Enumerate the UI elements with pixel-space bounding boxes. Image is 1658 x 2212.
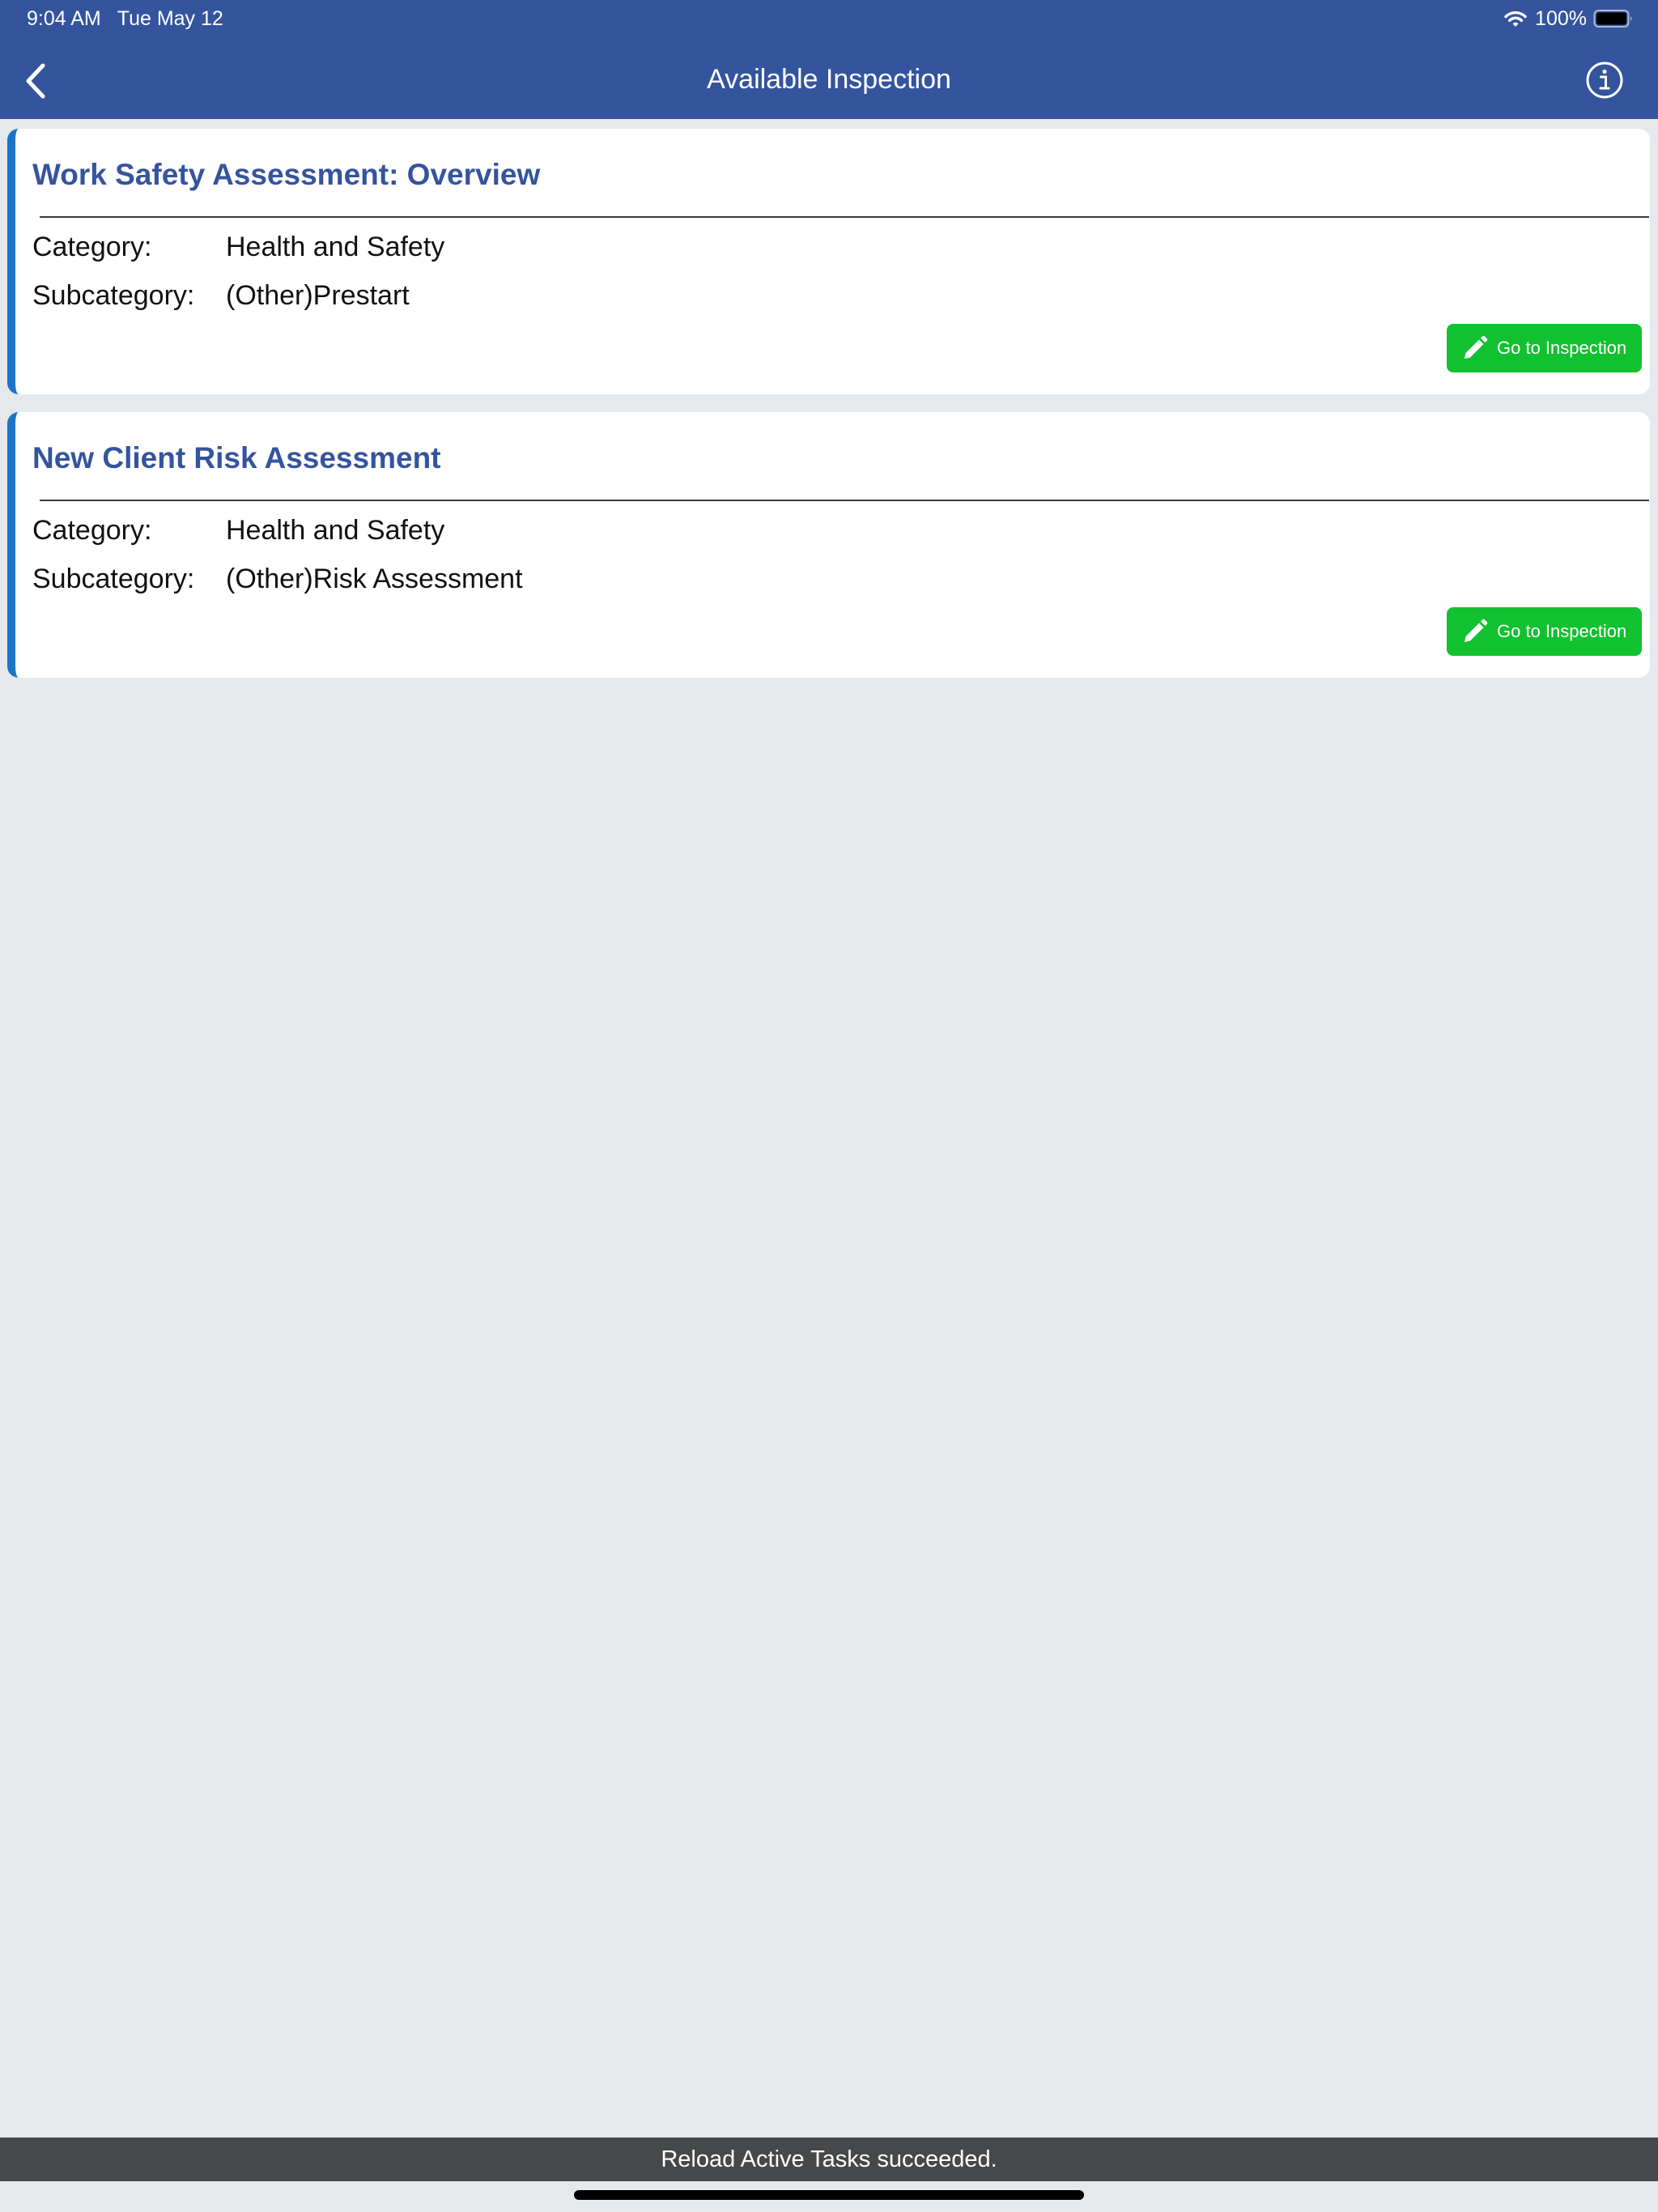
info-button[interactable] xyxy=(1584,60,1625,100)
subcategory-label: Subcategory: xyxy=(32,564,195,594)
inspection-title: Work Safety Assessment: Overview xyxy=(32,158,541,191)
page-title: Available Inspection xyxy=(707,64,951,95)
subcategory-value: (Other)Prestart xyxy=(226,280,410,311)
status-bar-right: 100% xyxy=(1503,5,1634,32)
home-indicator[interactable] xyxy=(574,2190,1084,2200)
subcategory-label: Subcategory: xyxy=(32,280,195,311)
inspection-card: New Client Risk Assessment Category: Hea… xyxy=(7,412,1650,678)
card-divider xyxy=(40,500,1649,501)
go-to-inspection-label: Go to Inspection xyxy=(1497,621,1627,641)
pencil-icon xyxy=(1461,334,1489,362)
category-value: Health and Safety xyxy=(226,232,445,262)
pencil-icon xyxy=(1461,618,1489,645)
status-date: Tue May 12 xyxy=(117,7,223,30)
go-to-inspection-label: Go to Inspection xyxy=(1497,338,1627,358)
go-to-inspection-button[interactable]: Go to Inspection xyxy=(1447,324,1642,372)
inspection-card: Work Safety Assessment: Overview Categor… xyxy=(7,129,1650,394)
wifi-icon xyxy=(1503,9,1528,28)
toast-message: Reload Active Tasks succeeded. xyxy=(0,2138,1658,2181)
battery-icon xyxy=(1593,9,1634,28)
top-bar: 9:04 AM Tue May 12 100% Available Inspect… xyxy=(0,0,1658,119)
inspection-title: New Client Risk Assessment xyxy=(32,441,441,474)
category-label: Category: xyxy=(32,515,152,546)
battery-percent: 100% xyxy=(1535,6,1587,30)
category-value: Health and Safety xyxy=(226,515,445,546)
info-circle-icon xyxy=(1586,62,1623,99)
go-to-inspection-button[interactable]: Go to Inspection xyxy=(1447,607,1642,656)
category-label: Category: xyxy=(32,232,152,262)
status-time: 9:04 AM xyxy=(27,7,101,30)
subcategory-value: (Other)Risk Assessment xyxy=(226,564,523,594)
card-divider xyxy=(40,216,1649,218)
status-bar-time: 9:04 AM Tue May 12 xyxy=(27,6,223,31)
